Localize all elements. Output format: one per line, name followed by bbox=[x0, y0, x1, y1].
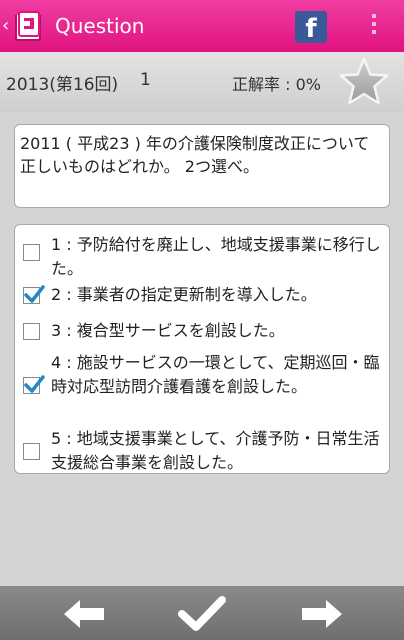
option-label: 3 : 複合型サービスを創設した。 bbox=[51, 321, 285, 340]
question-number-label: 1 bbox=[140, 70, 151, 90]
back-chevron-icon[interactable]: ‹ bbox=[2, 14, 10, 38]
option-checkbox[interactable] bbox=[23, 323, 40, 340]
info-bar: 2013(第16回) 1 正解率 : 0% bbox=[0, 52, 404, 112]
option-label: 1 : 予防給付を廃止し、地域支援事業に移行した。 bbox=[51, 235, 381, 278]
question-text: 2011 ( 平成23 ) 年の介護保険制度改正について正しいものはどれか。 2… bbox=[20, 134, 370, 176]
bottom-nav-bar bbox=[0, 586, 404, 640]
app-icon[interactable] bbox=[10, 8, 46, 44]
check-icon bbox=[24, 285, 45, 303]
option-label: 5 : 地域支援事業として、介護予防・日常生活支援総合事業を創設した。 bbox=[51, 429, 380, 472]
question-box: 2011 ( 平成23 ) 年の介護保険制度改正について正しいものはどれか。 2… bbox=[14, 124, 390, 208]
checkmark-icon[interactable] bbox=[178, 594, 226, 634]
arrow-left-icon[interactable] bbox=[60, 594, 108, 634]
option-label: 4 : 施設サービスの一環として、定期巡回・臨時対応型訪問介護看護を創設した。 bbox=[51, 353, 380, 396]
overflow-menu-icon[interactable] bbox=[368, 14, 380, 38]
check-icon bbox=[24, 375, 45, 393]
exam-year-label: 2013(第16回) bbox=[6, 75, 119, 95]
option-checkbox[interactable] bbox=[23, 375, 45, 394]
option-checkbox[interactable] bbox=[23, 443, 40, 460]
facebook-icon[interactable]: f bbox=[295, 11, 327, 43]
option-label: 2 : 事業者の指定更新制を導入した。 bbox=[51, 285, 317, 304]
arrow-right-icon[interactable] bbox=[298, 594, 346, 634]
options-list: 1 : 予防給付を廃止し、地域支援事業に移行した。 2 : 事業者の指定更新制を… bbox=[14, 224, 390, 474]
app-title: Question bbox=[55, 14, 145, 38]
option-checkbox[interactable] bbox=[23, 244, 40, 261]
app-bar: ‹ Question f bbox=[0, 0, 404, 52]
star-icon[interactable] bbox=[338, 56, 390, 108]
correct-rate-label: 正解率 : 0% bbox=[232, 75, 321, 94]
option-checkbox[interactable] bbox=[23, 285, 45, 304]
